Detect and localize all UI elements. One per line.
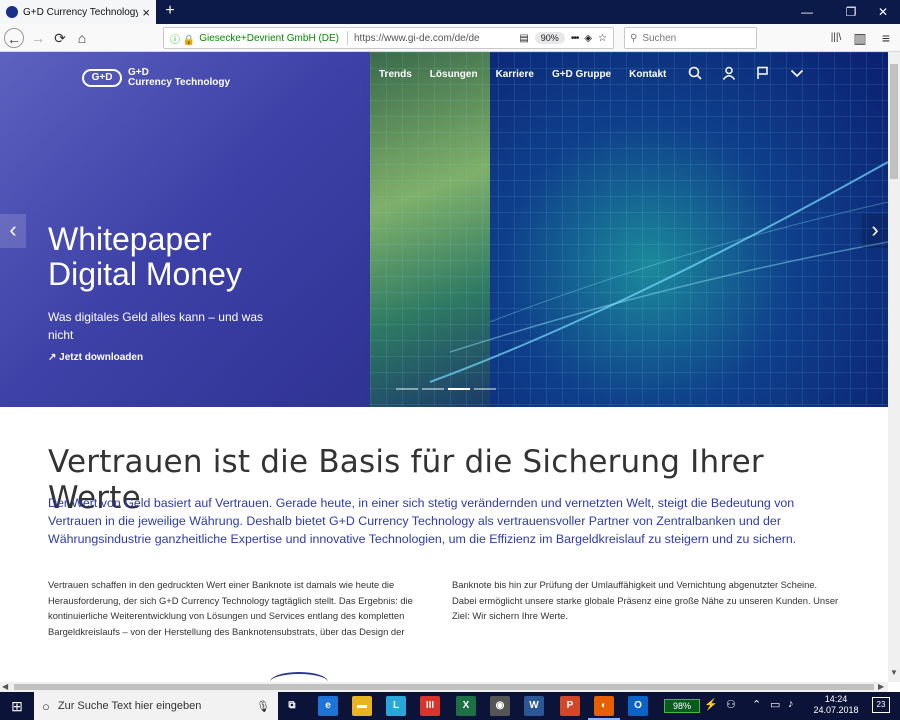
- url-bar[interactable]: ⓘ 🔒 Giesecke+Devrient GmbH (DE) https://…: [163, 27, 614, 49]
- hero-banner: G+D G+D Currency Technology Trends Lösun…: [0, 52, 888, 407]
- taskbar-app-app-photo-icon[interactable]: ◉: [490, 696, 510, 716]
- carousel-next-button[interactable]: ›: [862, 214, 888, 248]
- chevron-down-icon[interactable]: [788, 66, 806, 84]
- network-icon[interactable]: ▭: [770, 698, 780, 711]
- carousel-dot-active[interactable]: [448, 388, 470, 390]
- reload-button[interactable]: ⟳: [50, 28, 70, 48]
- logo-mark: G+D: [82, 69, 122, 87]
- taskbar-app-task-view-icon[interactable]: ⧉: [282, 696, 302, 716]
- notification-center-icon[interactable]: 23: [872, 697, 890, 713]
- scroll-down-arrow-icon[interactable]: ▼: [890, 668, 898, 677]
- pocket-icon[interactable]: ◈: [584, 33, 592, 44]
- maximize-button[interactable]: ❐: [836, 0, 866, 24]
- windows-start-icon[interactable]: ⊞: [0, 692, 34, 720]
- hero-light-streaks: [429, 161, 888, 383]
- user-icon[interactable]: [720, 66, 738, 84]
- scroll-right-arrow-icon[interactable]: ▶: [878, 682, 884, 691]
- site-logo[interactable]: G+D G+D Currency Technology: [82, 66, 242, 90]
- page-actions-icon[interactable]: •••: [571, 33, 579, 44]
- lock-icon: ⓘ 🔒: [170, 34, 196, 46]
- people-icon[interactable]: ⚇: [726, 698, 736, 711]
- volume-icon[interactable]: ♪: [788, 698, 794, 710]
- hero-title: Whitepaper Digital Money: [48, 222, 368, 292]
- carousel-dot[interactable]: [474, 388, 496, 390]
- nav-item-trends[interactable]: Trends: [379, 69, 412, 80]
- search-icon[interactable]: [686, 66, 704, 84]
- back-button[interactable]: ←: [4, 28, 24, 48]
- taskbar-app-powerpoint-icon[interactable]: P: [560, 696, 580, 716]
- browser-tab[interactable]: G+D Currency Technology | G+ ×: [0, 0, 156, 24]
- nav-item-kontakt[interactable]: Kontakt: [629, 69, 666, 80]
- taskbar-app-firefox-icon[interactable]: ◐: [594, 696, 614, 716]
- horizontal-scroll-thumb[interactable]: [14, 684, 874, 690]
- carousel-indicators: [396, 388, 496, 390]
- clock-time: 14:24: [824, 694, 848, 704]
- minimize-button[interactable]: —: [792, 0, 822, 24]
- microphone-icon[interactable]: 🎙: [256, 700, 270, 713]
- taskbar-app-outlook-icon[interactable]: O: [628, 696, 648, 716]
- bookmark-star-icon[interactable]: ☆: [598, 33, 607, 44]
- hero-title-line2: Digital Money: [48, 256, 242, 292]
- taskbar-search-placeholder: Zur Suche Text hier eingeben: [57, 700, 202, 712]
- search-icon: ⚲: [630, 32, 638, 44]
- taskbar-app-edge-icon[interactable]: e: [318, 696, 338, 716]
- favicon-icon: [6, 6, 18, 18]
- carousel-dot[interactable]: [422, 388, 444, 390]
- browser-search-input[interactable]: ⚲ Suchen: [624, 27, 757, 49]
- close-window-button[interactable]: ✕: [868, 0, 898, 24]
- logo-line2: Currency Technology: [128, 77, 231, 88]
- url-separator: [347, 31, 348, 45]
- sidebar-icon[interactable]: ▥: [850, 28, 870, 48]
- clock[interactable]: 14:24 24.07.2018: [812, 694, 860, 716]
- hero-subtitle: Was digitales Geld alles kann – und was …: [48, 310, 264, 342]
- zoom-indicator[interactable]: 90%: [534, 32, 565, 44]
- usb-icon[interactable]: ⚡: [704, 698, 718, 711]
- taskbar-app-word-icon[interactable]: W: [524, 696, 544, 716]
- home-button[interactable]: ⌂: [72, 28, 92, 48]
- nav-item-gd-gruppe[interactable]: G+D Gruppe: [552, 69, 611, 80]
- clock-date: 24.07.2018: [813, 705, 859, 715]
- reader-mode-icon[interactable]: ▤: [519, 33, 528, 44]
- taskbar-app-app-red-icon[interactable]: III: [420, 696, 440, 716]
- vertical-scroll-thumb[interactable]: [890, 64, 898, 179]
- carousel-prev-button[interactable]: ‹: [0, 214, 26, 248]
- body-column-right: Banknote bis hin zur Prüfung der Umlauff…: [452, 579, 839, 621]
- taskbar-app-excel-icon[interactable]: X: [456, 696, 476, 716]
- search-circle-icon: ○: [42, 698, 50, 714]
- nav-item-loesungen[interactable]: Lösungen: [430, 69, 478, 80]
- site-identity: Giesecke+Devrient GmbH (DE): [199, 32, 339, 44]
- close-tab-icon[interactable]: ×: [142, 5, 150, 20]
- url-text[interactable]: https://www.gi-de.com/de/de: [354, 33, 519, 44]
- scroll-left-arrow-icon[interactable]: ◀: [2, 682, 8, 691]
- lead-paragraph: Der Wert von Geld basiert auf Vertrauen.…: [48, 496, 797, 546]
- library-icon[interactable]: |||\: [826, 28, 846, 48]
- taskbar-app-explorer-icon[interactable]: ▬: [352, 696, 372, 716]
- forward-button[interactable]: →: [28, 28, 48, 48]
- taskbar-app-app-l-icon[interactable]: L: [386, 696, 406, 716]
- menu-icon[interactable]: ≡: [876, 28, 896, 48]
- flag-icon[interactable]: [754, 66, 772, 84]
- hero-title-line1: Whitepaper: [48, 221, 212, 257]
- search-placeholder: Suchen: [642, 32, 677, 44]
- body-column-left: Vertrauen schaffen in den gedruckten Wer…: [48, 579, 413, 637]
- main-navigation: Trends Lösungen Karriere G+D Gruppe Kont…: [379, 69, 684, 80]
- nav-item-karriere[interactable]: Karriere: [496, 69, 534, 80]
- chevron-up-icon[interactable]: ⌃: [752, 698, 761, 711]
- download-link[interactable]: ↗ Jetzt downloaden: [48, 352, 143, 363]
- logo-text: G+D Currency Technology: [128, 68, 230, 88]
- battery-indicator[interactable]: 98%: [664, 699, 700, 713]
- new-tab-button[interactable]: +: [161, 2, 179, 22]
- taskbar-search-input[interactable]: ○ Zur Suche Text hier eingeben 🎙: [34, 692, 278, 720]
- carousel-dot[interactable]: [396, 388, 418, 390]
- tab-title: G+D Currency Technology | G+: [23, 6, 139, 18]
